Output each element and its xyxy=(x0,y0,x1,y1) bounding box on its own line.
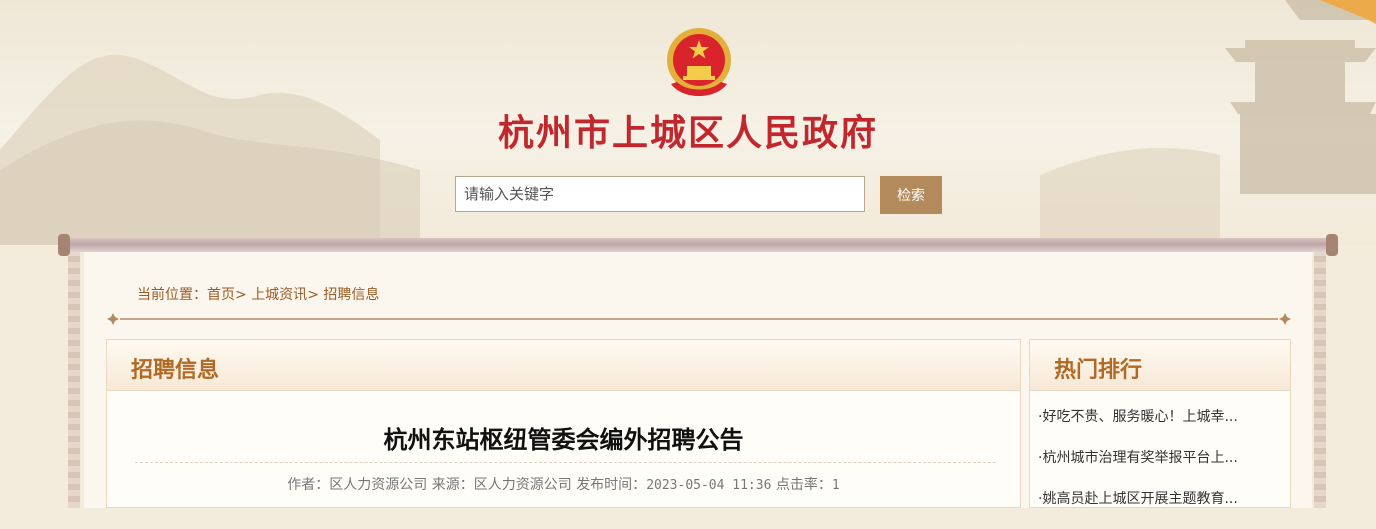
time-value: 2023-05-04 11:36 xyxy=(646,478,772,493)
hot-ranking-title: 热门排行 xyxy=(1054,358,1143,383)
search-button[interactable]: 检索 xyxy=(880,176,942,214)
breadcrumb: 当前位置：首页> 上城资讯> 招聘信息 xyxy=(137,284,379,304)
author-label: 作者： xyxy=(287,477,330,493)
article-meta: 作者：区人力资源公司 来源：区人力资源公司 发布时间：2023-05-04 11… xyxy=(107,474,1020,494)
hot-ranking-item[interactable]: ·姚高员赴上城区开展主题教育... xyxy=(1038,488,1238,529)
main-panel-title: 招聘信息 xyxy=(131,358,220,383)
author-value: 区人力资源公司 xyxy=(329,477,428,493)
scroll-rod xyxy=(60,238,1336,252)
breadcrumb-separator: > xyxy=(307,287,319,303)
hot-ranking-item[interactable]: ·好吃不贵、服务暖心！上城幸... xyxy=(1038,406,1238,447)
source-label: 来源： xyxy=(431,477,474,493)
hot-ranking-list: ·好吃不贵、服务暖心！上城幸... ·杭州城市治理有奖举报平台上... ·姚高员… xyxy=(1038,406,1238,529)
ornament-divider-icon xyxy=(107,313,1291,325)
main-panel-header: 招聘信息 xyxy=(107,340,1020,391)
hot-ranking-item[interactable]: ·杭州城市治理有奖举报平台上... xyxy=(1038,447,1238,488)
clicks-value: 1 xyxy=(831,478,840,493)
breadcrumb-home[interactable]: 首页 xyxy=(207,287,235,303)
source-value: 区人力资源公司 xyxy=(473,477,572,493)
hot-ranking-header: 热门排行 xyxy=(1030,340,1290,391)
article-divider xyxy=(135,462,996,463)
breadcrumb-news[interactable]: 上城资讯 xyxy=(251,287,307,303)
clicks-label: 点击率： xyxy=(775,477,832,493)
main-panel: 招聘信息 杭州东站枢纽管委会编外招聘公告 作者：区人力资源公司 来源：区人力资源… xyxy=(106,339,1021,508)
scroll-right-border xyxy=(1314,250,1326,508)
scroll-cap-left xyxy=(58,234,70,256)
breadcrumb-separator: > xyxy=(235,287,247,303)
time-label: 发布时间： xyxy=(576,477,647,493)
site-title: 杭州市上城区人民政府 xyxy=(497,112,878,154)
search-input[interactable] xyxy=(455,176,865,212)
article-title: 杭州东站枢纽管委会编外招聘公告 xyxy=(383,426,744,454)
scroll-left-border xyxy=(68,250,80,508)
scroll-cap-right xyxy=(1326,234,1338,256)
national-emblem-icon xyxy=(667,28,731,96)
breadcrumb-prefix: 当前位置： xyxy=(137,287,207,303)
hot-ranking-panel: 热门排行 ·好吃不贵、服务暖心！上城幸... ·杭州城市治理有奖举报平台上...… xyxy=(1029,339,1291,508)
breadcrumb-recruitment[interactable]: 招聘信息 xyxy=(323,287,379,303)
